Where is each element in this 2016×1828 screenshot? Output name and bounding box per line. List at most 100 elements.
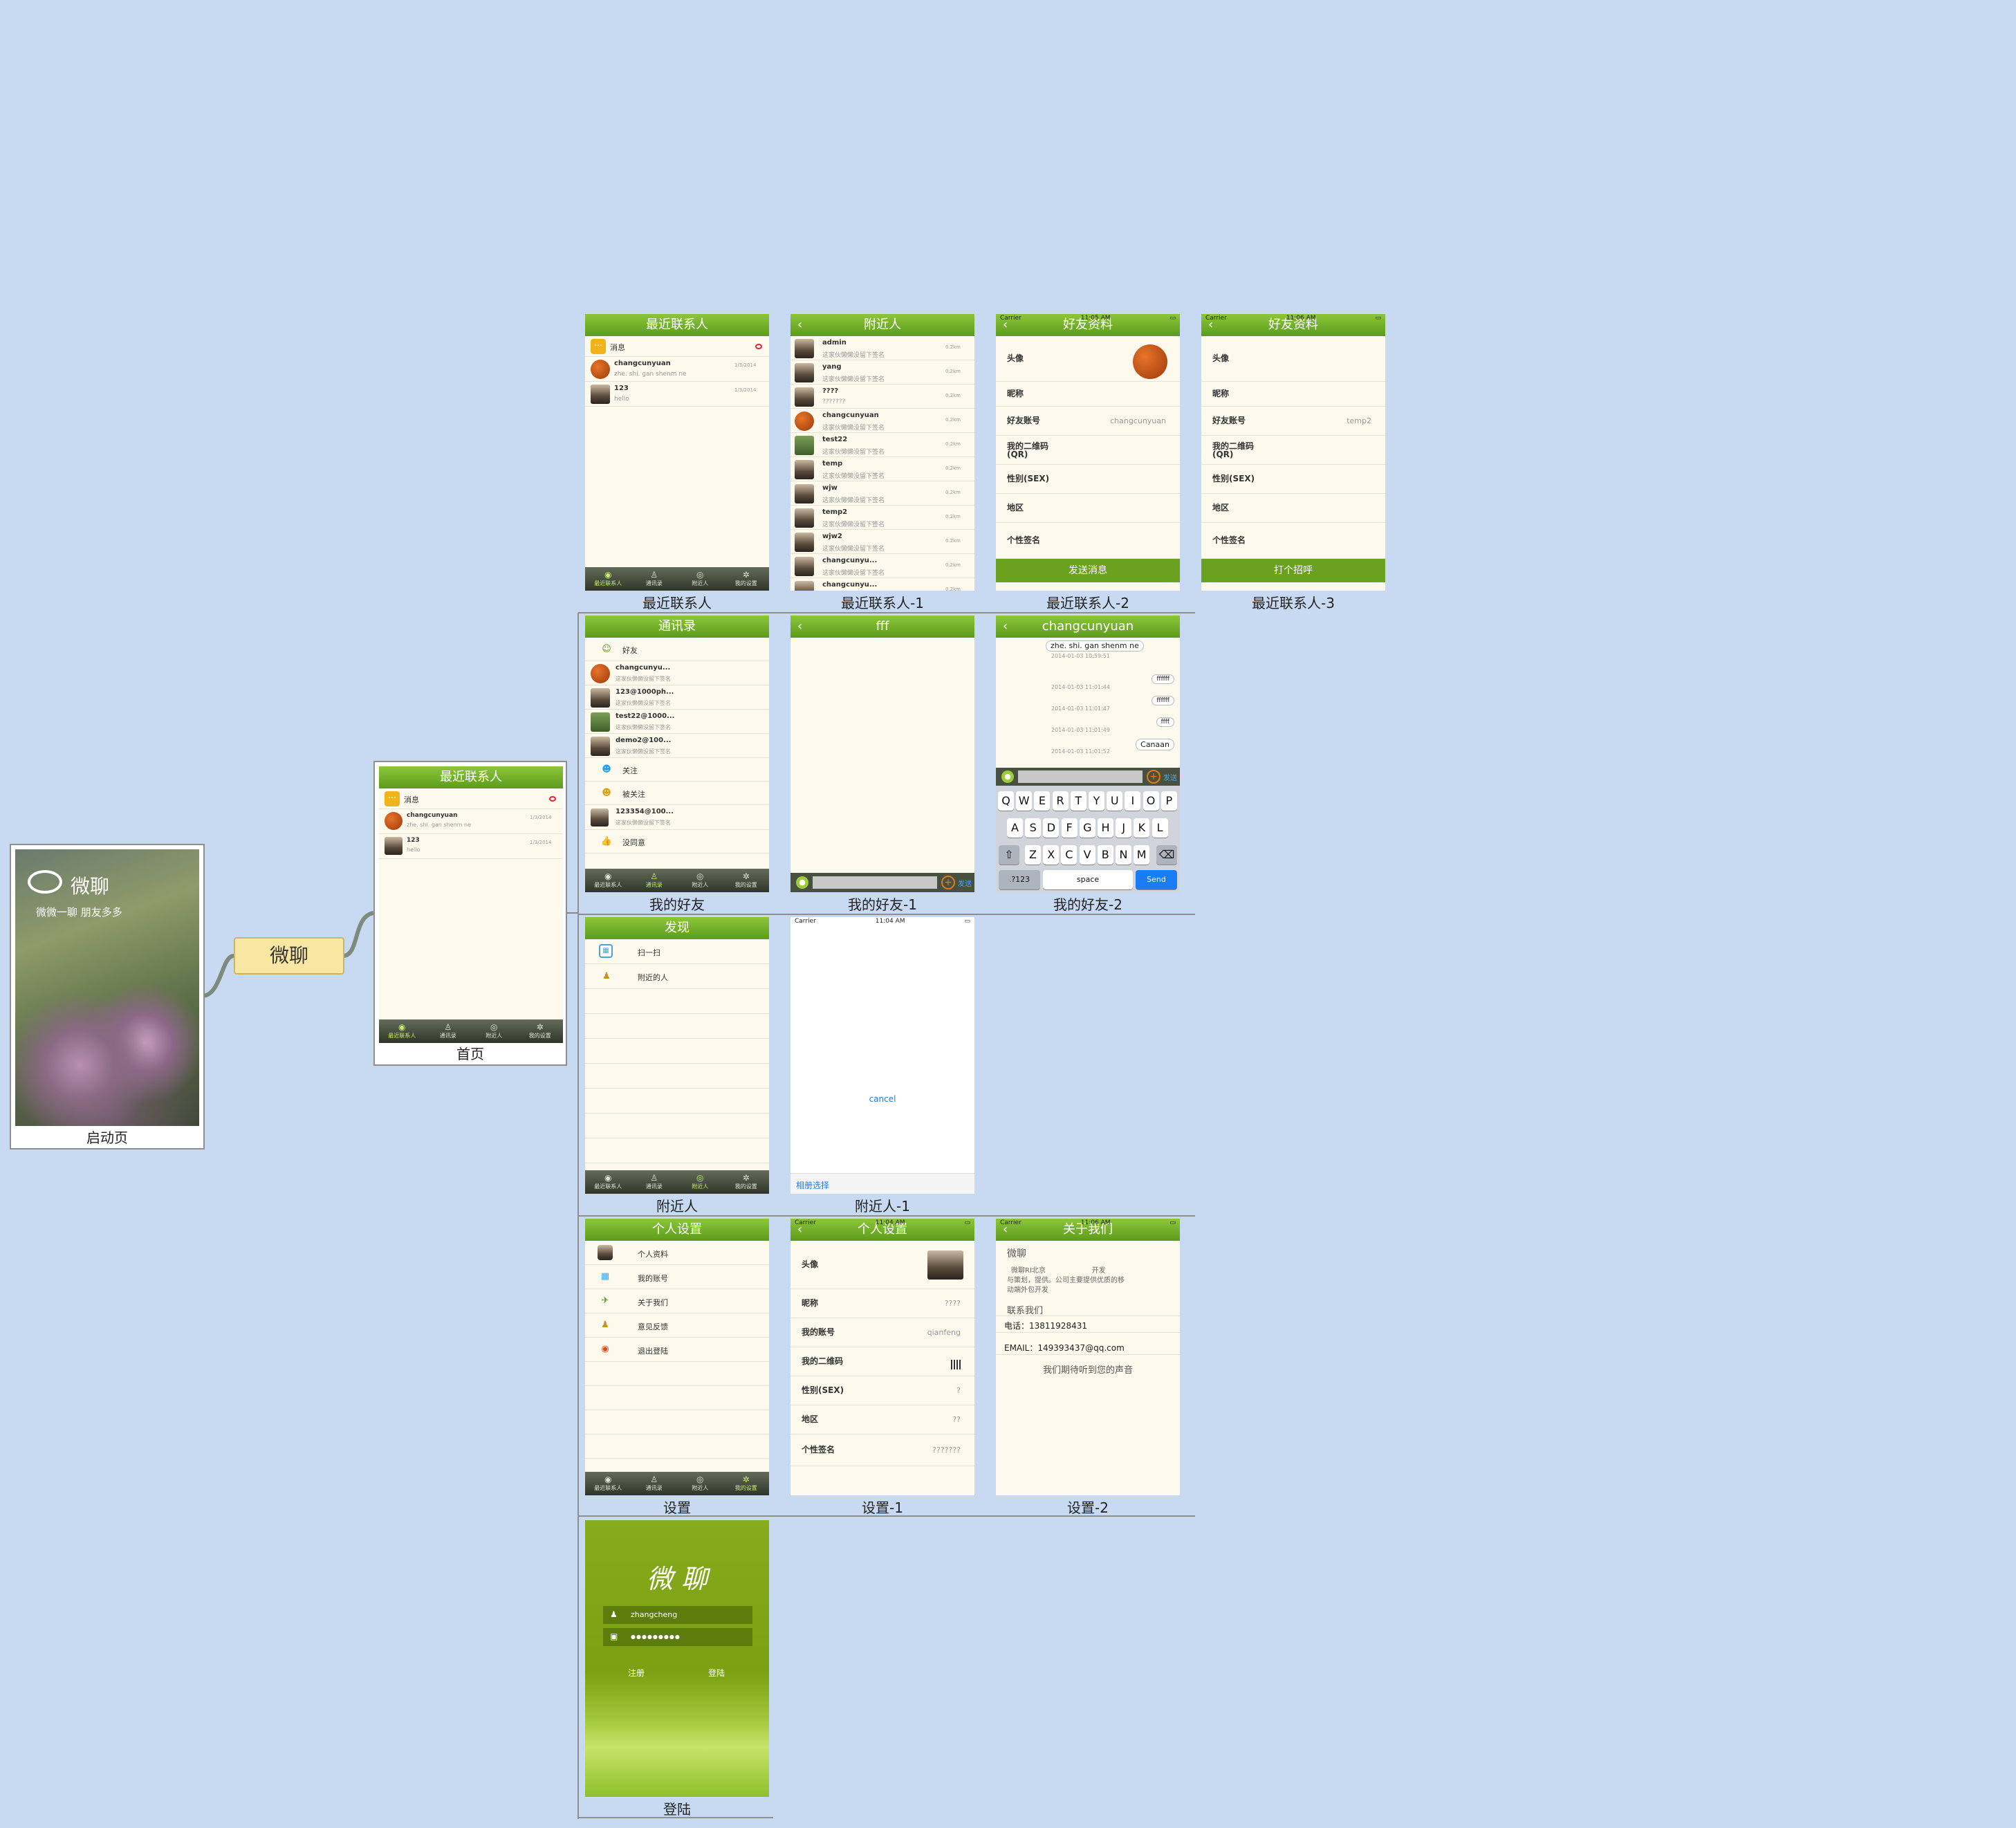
nearby-people-row[interactable]: ♟ 附近的人 [585, 964, 769, 989]
key-i[interactable]: I [1125, 791, 1141, 811]
tab-nearby[interactable]: ◎ 附近人 [677, 567, 723, 591]
tab-contacts[interactable]: ♙ 通讯录 [631, 1472, 678, 1495]
profile-row[interactable]: 我的账号 qianfeng [790, 1318, 974, 1347]
tab-recent[interactable]: ◉ 最近联系人 [585, 1472, 631, 1495]
profile-row[interactable]: 我的二维码 [790, 1347, 974, 1376]
friends-group-row[interactable]: ☺ 好友 [585, 638, 769, 661]
profile-row[interactable]: 地区 [1201, 494, 1385, 523]
tab-recent[interactable]: ◉ 最近联系人 [585, 869, 631, 892]
key-q[interactable]: Q [998, 791, 1014, 811]
key-o[interactable]: O [1143, 791, 1159, 811]
login-button[interactable]: 登陆 [708, 1667, 725, 1679]
follow-row[interactable]: ☻ 关注 [585, 758, 769, 782]
key-r[interactable]: R [1052, 791, 1069, 811]
home-contact-row[interactable]: changcunyuan zhe. shi. gan shenm ne 1/3/… [379, 809, 563, 834]
plus-icon[interactable]: + [1147, 770, 1160, 784]
back-icon[interactable]: ‹ [1003, 616, 1008, 638]
contact-row[interactable]: demo2@100... 这家伙懒懒没留下签名 [585, 734, 769, 758]
profile-row[interactable]: 个性签名 [1201, 523, 1385, 559]
profile-row[interactable]: 好友账号 temp2 [1201, 407, 1385, 436]
profile-row[interactable]: 性别(SEX)? [790, 1376, 974, 1405]
send-button[interactable]: 发送 [958, 878, 972, 888]
key-h[interactable]: H [1098, 818, 1113, 838]
key-g[interactable]: G [1079, 818, 1095, 838]
key-z[interactable]: Z [1025, 845, 1041, 865]
cancel-button[interactable]: cancel [790, 1094, 974, 1104]
key-v[interactable]: V [1079, 845, 1095, 865]
profile-row[interactable]: 性别(SEX) [1201, 465, 1385, 494]
chat-input[interactable] [813, 876, 937, 889]
send-message-button[interactable]: 发送消息 [996, 559, 1180, 582]
delete-key[interactable]: ⌫ [1156, 845, 1177, 865]
nearby-row[interactable]: ??????????? 0.2km [790, 385, 974, 409]
profile-row[interactable]: 头像 [1201, 336, 1385, 382]
settings-row[interactable]: ◉ 退出登陆 [585, 1338, 769, 1362]
tab-nearby[interactable]: ◎ 附近人 [677, 1170, 723, 1194]
nearby-row[interactable]: wjw 这家伙懒懒没留下签名 0.2km [790, 481, 974, 506]
send-key[interactable]: Send [1136, 870, 1177, 889]
key-s[interactable]: S [1025, 818, 1042, 838]
key-k[interactable]: K [1134, 818, 1150, 838]
plus-icon[interactable]: + [941, 876, 955, 889]
profile-row[interactable]: 昵称???? [790, 1289, 974, 1318]
key-j[interactable]: J [1116, 818, 1132, 838]
nearby-row[interactable]: admin 这家伙懒懒没留下签名 0.2km [790, 336, 974, 360]
send-button[interactable]: 发送 [1163, 772, 1177, 782]
tab-contacts[interactable]: ♙ 通讯录 [425, 1019, 472, 1043]
register-button[interactable]: 注册 [628, 1667, 645, 1679]
space-key[interactable]: space [1043, 870, 1133, 889]
profile-row[interactable]: 昵称 [996, 382, 1180, 407]
nearby-row[interactable]: temp 这家伙懒懒没留下签名 0.2km [790, 457, 974, 481]
home-contact-row[interactable]: 123 hello 1/3/2014 [379, 834, 563, 859]
nearby-row[interactable]: changcunyuan 这家伙懒懒没留下签名 0.2km [790, 409, 974, 433]
tab-nearby[interactable]: ◎ 附近人 [677, 1472, 723, 1495]
key-d[interactable]: D [1043, 818, 1060, 838]
nearby-row[interactable]: yang 这家伙懒懒没留下签名 0.2km [790, 360, 974, 385]
key-y[interactable]: Y [1089, 791, 1104, 811]
contact-row[interactable]: 123354@100... 这家伙懒懒没留下签名 [585, 805, 769, 830]
tab-contacts[interactable]: ♙ 通讯录 [631, 869, 678, 892]
chat-input[interactable] [1018, 770, 1143, 783]
tab-nearby[interactable]: ◎ 附近人 [677, 869, 723, 892]
profile-row[interactable]: 昵称 [1201, 382, 1385, 407]
profile-row[interactable]: 个性签名??????? [790, 1434, 974, 1466]
settings-row[interactable]: ▦ 我的账号 [585, 1265, 769, 1289]
settings-row[interactable]: ♟ 意见反馈 [585, 1313, 769, 1338]
profile-row[interactable]: 个性签名 [996, 523, 1180, 559]
back-icon[interactable]: ‹ [797, 616, 802, 638]
key-a[interactable]: A [1007, 818, 1023, 838]
nearby-row[interactable]: temp2 这家伙懒懒没留下签名 0.2km [790, 506, 974, 530]
key-e[interactable]: E [1034, 791, 1051, 811]
recent-contact-row[interactable]: 123 hello 1/3/2014 [585, 382, 769, 407]
mic-icon[interactable]: ● [1001, 770, 1014, 783]
key-b[interactable]: B [1097, 845, 1113, 865]
key-f[interactable]: F [1061, 818, 1078, 838]
tab-recent[interactable]: ◉ 最近联系人 [585, 1170, 631, 1194]
root-node[interactable]: 微聊 [234, 937, 344, 975]
home-message-row[interactable]: ··· 消息 [379, 788, 563, 809]
profile-row[interactable]: 地区 [996, 494, 1180, 523]
tab-settings[interactable]: ✲ 我的设置 [723, 869, 770, 892]
key-n[interactable]: N [1116, 845, 1131, 865]
profile-row[interactable]: 地区?? [790, 1405, 974, 1434]
key-t[interactable]: T [1070, 791, 1086, 811]
disagree-row[interactable]: 👍 没同意 [585, 830, 769, 853]
back-icon[interactable]: ‹ [797, 314, 802, 336]
key-l[interactable]: L [1152, 818, 1168, 838]
username-field[interactable]: ♟ zhangcheng [603, 1606, 752, 1624]
password-field[interactable]: ▣ ●●●●●●●●● [603, 1628, 752, 1646]
contact-row[interactable]: changcunyu... 这家伙懒懒没留下签名 [585, 661, 769, 685]
tab-contacts[interactable]: ♙ 通讯录 [631, 1170, 678, 1194]
tab-contacts[interactable]: ♙ 通讯录 [631, 567, 678, 591]
contact-row[interactable]: test22@1000... 这家伙懒懒没留下签名 [585, 710, 769, 734]
profile-row[interactable]: 我的二维码 (QR) [1201, 436, 1385, 465]
tab-recent[interactable]: ◉ 最近联系人 [379, 1019, 425, 1043]
nearby-row[interactable]: test22 这家伙懒懒没留下签名 0.2km [790, 433, 974, 457]
settings-row[interactable]: ✈ 关于我们 [585, 1289, 769, 1313]
album-select-button[interactable]: 相册选择 [796, 1179, 829, 1191]
followed-row[interactable]: ☻ 被关注 [585, 782, 769, 805]
profile-row[interactable]: 好友账号 changcunyuan [996, 407, 1180, 436]
nearby-row[interactable]: wjw2 这家伙懒懒没留下签名 0.2km [790, 530, 974, 554]
key-p[interactable]: P [1160, 791, 1177, 811]
tab-recent[interactable]: ◉ 最近联系人 [585, 567, 631, 591]
